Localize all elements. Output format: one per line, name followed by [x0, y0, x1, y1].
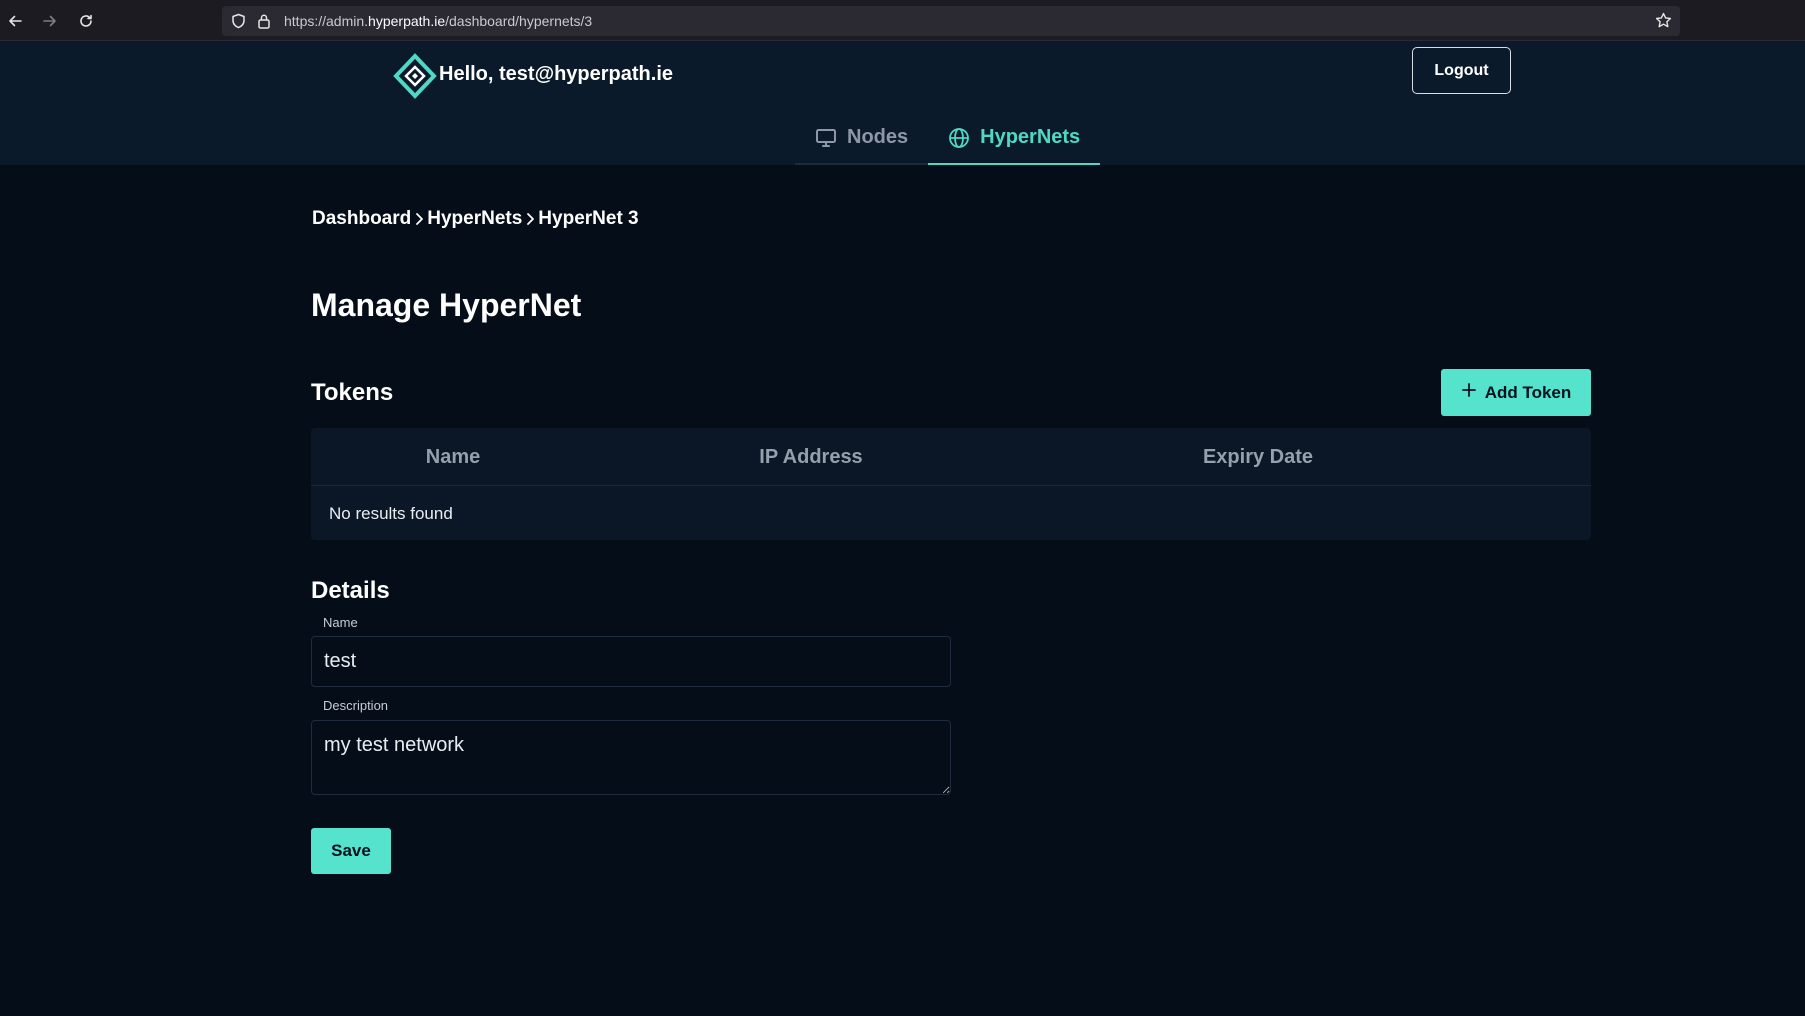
browser-toolbar: https://admin.hyperpath.ie/dashboard/hyp…: [0, 0, 1805, 41]
tab-nodes[interactable]: Nodes: [795, 112, 929, 165]
breadcrumb: Dashboard HyperNets HyperNet 3: [312, 208, 639, 230]
description-textarea[interactable]: my test network: [311, 720, 951, 795]
tab-label: HyperNets: [980, 126, 1081, 148]
empty-state-text: No results found: [329, 504, 453, 523]
breadcrumb-hypernets[interactable]: HyperNets: [427, 208, 522, 230]
monitor-icon: [815, 127, 837, 149]
add-token-button[interactable]: Add Token: [1441, 369, 1591, 416]
reload-icon[interactable]: [76, 11, 96, 31]
description-field-label: Description: [323, 698, 389, 713]
tab-label: Nodes: [847, 126, 909, 148]
back-icon[interactable]: [5, 11, 25, 31]
hyperpath-logo-icon: [393, 53, 437, 99]
table-header-row: Name IP Address Expiry Date: [311, 428, 1591, 486]
breadcrumb-dashboard[interactable]: Dashboard: [312, 208, 411, 230]
chevron-right-icon: [524, 211, 536, 227]
address-bar[interactable]: https://admin.hyperpath.ie/dashboard/hyp…: [222, 6, 1680, 36]
user-greeting: Hello, test@hyperpath.ie: [439, 63, 673, 85]
column-header-expiry-date[interactable]: Expiry Date: [1203, 446, 1313, 469]
details-heading: Details: [311, 577, 390, 604]
add-token-label: Add Token: [1484, 382, 1572, 402]
lock-icon: [257, 13, 271, 34]
app-header: Hello, test@hyperpath.ie Logout Nodes Hy…: [0, 41, 1805, 165]
tab-hypernets[interactable]: HyperNets: [928, 112, 1101, 165]
logout-button[interactable]: Logout: [1412, 47, 1511, 94]
shield-icon: [231, 13, 246, 34]
chevron-right-icon: [413, 211, 425, 227]
bookmark-star-icon[interactable]: [1655, 12, 1672, 34]
main-tabs: Nodes HyperNets: [795, 112, 1101, 165]
name-field-label: Name: [323, 615, 358, 630]
url-text: https://admin.hyperpath.ie/dashboard/hyp…: [284, 13, 593, 29]
save-button[interactable]: Save: [311, 828, 391, 874]
column-header-ip-address[interactable]: IP Address: [759, 446, 862, 469]
name-input[interactable]: [311, 636, 951, 687]
globe-icon: [948, 127, 970, 149]
tokens-table: Name IP Address Expiry Date No results f…: [311, 428, 1591, 540]
forward-icon[interactable]: [40, 11, 60, 31]
tokens-heading: Tokens: [311, 379, 394, 406]
plus-icon: [1461, 382, 1477, 403]
page-title: Manage HyperNet: [311, 287, 582, 323]
column-header-name[interactable]: Name: [426, 446, 480, 469]
breadcrumb-hypernet-3[interactable]: HyperNet 3: [538, 208, 638, 230]
